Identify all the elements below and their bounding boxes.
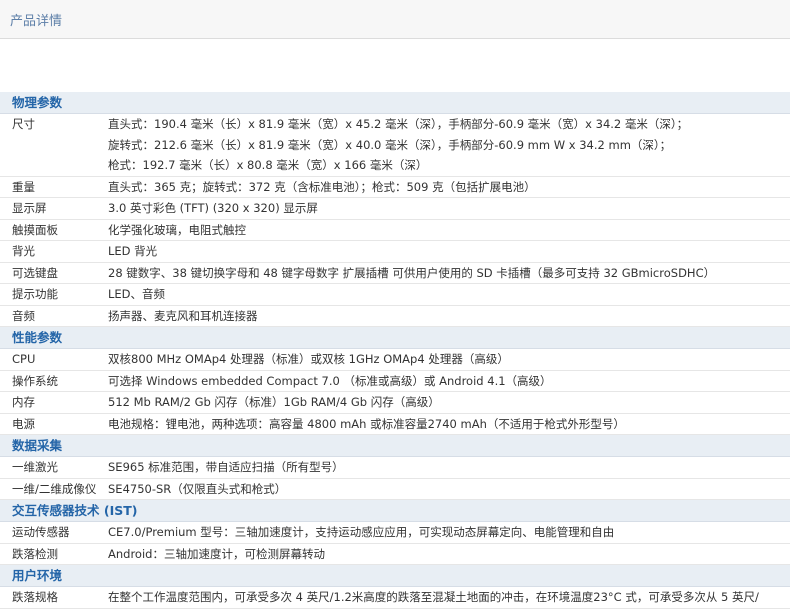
spec-value-line: 化学强化玻璃，电阻式触控 — [108, 222, 246, 237]
spec-row: 尺寸 直头式：190.4 毫米（长）x 81.9 毫米（宽）x 45.2 毫米（深… — [0, 113, 790, 177]
spec-row: 跌落规格 在整个工作温度范围内，可承受多次 4 英尺/1.2米高度的跌落至混凝土地… — [0, 586, 790, 609]
spec-value-line: LED、音频 — [108, 287, 166, 301]
section-title: 交互传感器技术 (IST) — [0, 499, 790, 522]
spec-label: 背光 — [0, 240, 104, 263]
spec-label: 一维激光 — [0, 456, 104, 479]
spec-value: 电池规格：锂电池，两种选项：高容量 4800 mAh 或标准容量2740 mAh… — [104, 413, 790, 435]
spec-value-line: 直头式：365 克；旋转式：372 克（含标准电池）；枪式：509 克（包括扩展… — [108, 179, 536, 194]
spec-value: 直头式：365 克；旋转式：372 克（含标准电池）；枪式：509 克（包括扩展… — [104, 176, 790, 198]
spec-value: CE7.0/Premium 型号：三轴加速度计，支持运动感应应用，可实现动态屏幕… — [104, 521, 790, 544]
spec-row: 背光 LED 背光 — [0, 240, 790, 263]
spec-value-line: 3.0 英寸彩色 (TFT) (320 x 320) 显示屏 — [108, 201, 318, 215]
spec-value: 双核800 MHz OMAp4 处理器（标准）或双核 1GHz OMAp4 处理… — [104, 348, 790, 371]
spec-value-line: Android：三轴加速度计，可检测屏幕转动 — [108, 546, 325, 561]
spec-label: 重量 — [0, 176, 104, 198]
spec-row: 一维激光 SE965 标准范围，带自适应扫描（所有型号） — [0, 456, 790, 479]
spec-row: 音频 扬声器、麦克风和耳机连接器 — [0, 305, 790, 327]
tab-product-details[interactable]: 产品详情 — [10, 10, 62, 29]
spec-row: 运动传感器 CE7.0/Premium 型号：三轴加速度计，支持运动感应应用，可实… — [0, 521, 790, 544]
tab-bar: 产品详情 — [0, 0, 790, 39]
spec-label: 电源 — [0, 413, 104, 435]
spec-label: 提示功能 — [0, 283, 104, 306]
section-header: 交互传感器技术 (IST) — [0, 499, 790, 522]
spec-value-line: 枪式：192.7 毫米（长）x 80.8 毫米（宽）x 166 毫米（深） — [108, 158, 428, 172]
spec-row: CPU 双核800 MHz OMAp4 处理器（标准）或双核 1GHz OMAp4… — [0, 348, 790, 371]
spec-value: 28 键数字、38 键切换字母和 48 键字母数字 扩展插槽 可供用户使用的 S… — [104, 262, 790, 284]
spec-label: 可选键盘 — [0, 262, 104, 284]
spec-label: 一维/二维成像仪 — [0, 478, 104, 500]
section-title: 数据采集 — [0, 434, 790, 457]
spec-label: 跌落检测 — [0, 543, 104, 565]
spec-label: 显示屏 — [0, 197, 104, 220]
spec-value: SE965 标准范围，带自适应扫描（所有型号） — [104, 456, 790, 479]
section-title: 物理参数 — [0, 92, 790, 114]
spec-row: 提示功能 LED、音频 — [0, 283, 790, 306]
spec-label: 触摸面板 — [0, 219, 104, 241]
spec-value: 512 Mb RAM/2 Gb 闪存（标准）1Gb RAM/4 Gb 闪存（高级… — [104, 391, 790, 414]
spec-value-line: 在整个工作温度范围内，可承受多次 4 英尺/1.2米高度的跌落至混凝土地面的冲击… — [108, 590, 759, 604]
spec-value: 3.0 英寸彩色 (TFT) (320 x 320) 显示屏 — [104, 197, 790, 220]
spec-table: 物理参数 尺寸 直头式：190.4 毫米（长）x 81.9 毫米（宽）x 45.2 … — [0, 92, 790, 609]
spec-row: 跌落检测 Android：三轴加速度计，可检测屏幕转动 — [0, 543, 790, 565]
spec-row: 显示屏 3.0 英寸彩色 (TFT) (320 x 320) 显示屏 — [0, 197, 790, 220]
spec-value: 可选择 Windows embedded Compact 7.0 （标准或高级）… — [104, 370, 790, 392]
spec-value-line: 28 键数字、38 键切换字母和 48 键字母数字 扩展插槽 可供用户使用的 S… — [108, 265, 716, 280]
spec-value-line: SE965 标准范围，带自适应扫描（所有型号） — [108, 460, 344, 474]
spec-value-line: 512 Mb RAM/2 Gb 闪存（标准）1Gb RAM/4 Gb 闪存（高级… — [108, 395, 440, 409]
spec-value: SE4750-SR（仅限直头式和枪式） — [104, 478, 790, 500]
spec-value-line: 可选择 Windows embedded Compact 7.0 （标准或高级）… — [108, 373, 552, 388]
spec-value-line: 旋转式：212.6 毫米（长）x 81.9 毫米（宽）x 40.0 毫米（深），… — [108, 137, 672, 152]
spec-label: 内存 — [0, 391, 104, 414]
spec-value-line: LED 背光 — [108, 244, 158, 258]
spec-row: 触摸面板 化学强化玻璃，电阻式触控 — [0, 219, 790, 241]
section-header: 数据采集 — [0, 434, 790, 457]
spec-label: 跌落规格 — [0, 586, 104, 609]
section-title: 性能参数 — [0, 326, 790, 349]
spec-value: 在整个工作温度范围内，可承受多次 4 英尺/1.2米高度的跌落至混凝土地面的冲击… — [104, 586, 790, 609]
spec-value-line: 双核800 MHz OMAp4 处理器（标准）或双核 1GHz OMAp4 处理… — [108, 352, 509, 366]
section-header: 性能参数 — [0, 326, 790, 349]
spec-value: LED、音频 — [104, 283, 790, 306]
spec-label: 运动传感器 — [0, 521, 104, 544]
spec-label: 操作系统 — [0, 370, 104, 392]
section-header: 用户环境 — [0, 564, 790, 587]
spec-row: 内存 512 Mb RAM/2 Gb 闪存（标准）1Gb RAM/4 Gb 闪存（… — [0, 391, 790, 414]
section-header: 物理参数 — [0, 92, 790, 114]
spec-value: 直头式：190.4 毫米（长）x 81.9 毫米（宽）x 45.2 毫米（深），… — [104, 113, 790, 177]
spec-value-line: SE4750-SR（仅限直头式和枪式） — [108, 481, 287, 496]
section-title: 用户环境 — [0, 564, 790, 587]
spec-label: CPU — [0, 348, 104, 371]
spec-row: 电源 电池规格：锂电池，两种选项：高容量 4800 mAh 或标准容量2740 m… — [0, 413, 790, 435]
spec-row: 重量 直头式：365 克；旋转式：372 克（含标准电池）；枪式：509 克（包括… — [0, 176, 790, 198]
spec-label: 音频 — [0, 305, 104, 327]
spec-value-line: 扬声器、麦克风和耳机连接器 — [108, 308, 258, 323]
spec-value: 化学强化玻璃，电阻式触控 — [104, 219, 790, 241]
spec-label: 尺寸 — [0, 113, 104, 177]
spec-row: 一维/二维成像仪 SE4750-SR（仅限直头式和枪式） — [0, 478, 790, 500]
spec-value-line: 直头式：190.4 毫米（长）x 81.9 毫米（宽）x 45.2 毫米（深），… — [108, 117, 689, 131]
spec-value-line: CE7.0/Premium 型号：三轴加速度计，支持运动感应应用，可实现动态屏幕… — [108, 525, 615, 539]
spec-value: LED 背光 — [104, 240, 790, 263]
spec-value: 扬声器、麦克风和耳机连接器 — [104, 305, 790, 327]
spec-row: 可选键盘 28 键数字、38 键切换字母和 48 键字母数字 扩展插槽 可供用户使… — [0, 262, 790, 284]
spec-value-line: 电池规格：锂电池，两种选项：高容量 4800 mAh 或标准容量2740 mAh… — [108, 416, 625, 431]
spec-row: 操作系统 可选择 Windows embedded Compact 7.0 （标准… — [0, 370, 790, 392]
spec-value: Android：三轴加速度计，可检测屏幕转动 — [104, 543, 790, 565]
